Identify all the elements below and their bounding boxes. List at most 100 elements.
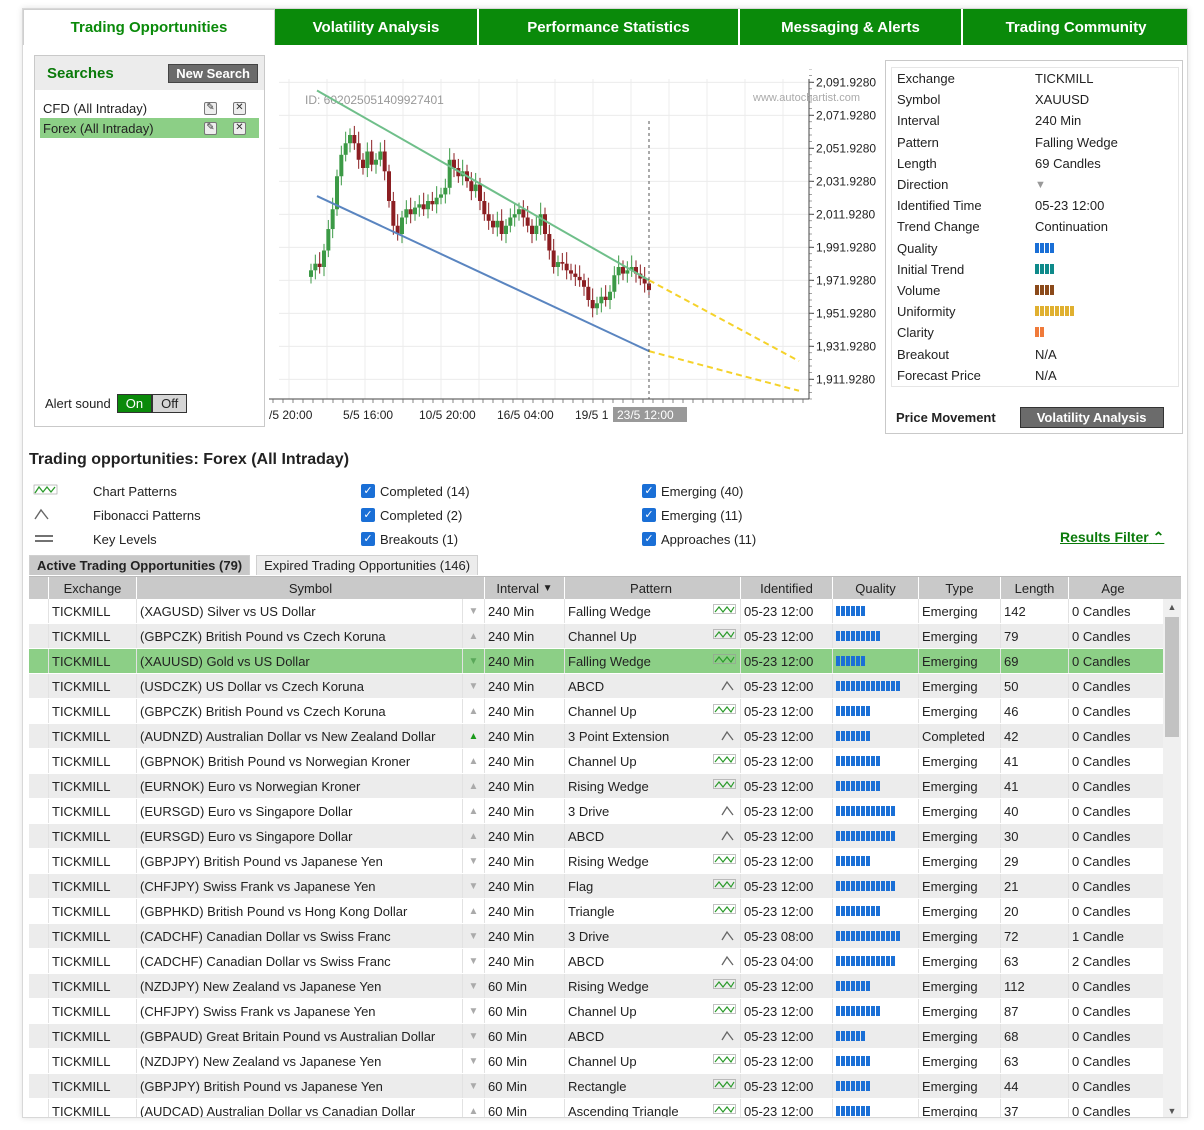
delete-icon[interactable]: ✕ <box>233 101 246 115</box>
table-row[interactable]: TICKMILL (GBPCZK) British Pound vs Czech … <box>29 699 1181 724</box>
edit-icon[interactable]: ✎ <box>204 121 217 135</box>
filter-completed-fib[interactable]: ✓ Completed (2) <box>361 503 470 527</box>
table-row[interactable]: TICKMILL (CHFJPY) Swiss Frank vs Japanese… <box>29 874 1181 899</box>
detail-value <box>1035 304 1178 319</box>
tab-active-opportunities[interactable]: Active Trading Opportunities (79) <box>29 555 251 575</box>
candle-body <box>517 209 521 215</box>
table-row[interactable]: TICKMILL (GBPNOK) British Pound vs Norweg… <box>29 749 1181 774</box>
table-row[interactable]: TICKMILL (CHFJPY) Swiss Frank vs Japanese… <box>29 999 1181 1024</box>
scroll-thumb[interactable] <box>1165 617 1179 737</box>
table-row[interactable]: TICKMILL (EURSGD) Euro vs Singapore Dolla… <box>29 799 1181 824</box>
scroll-up-icon[interactable]: ▲ <box>1163 599 1181 615</box>
cell-interval: 240 Min <box>485 749 565 773</box>
tab-volatility-analysis[interactable]: Volatility Analysis <box>275 9 479 45</box>
cell-pattern: Rectangle <box>565 1074 741 1098</box>
pattern-types: Chart Patterns Fibonacci Patterns Key Le… <box>33 479 201 551</box>
filter-breakouts[interactable]: ✓ Breakouts (1) <box>361 527 470 551</box>
search-item-cfd[interactable]: CFD (All Intraday) ✎ ✕ <box>40 98 259 118</box>
candle-body <box>343 143 348 155</box>
cell-interval: 240 Min <box>485 899 565 923</box>
cell-type: Emerging <box>919 674 1001 698</box>
cell-exchange: TICKMILL <box>49 674 137 698</box>
scroll-down-icon[interactable]: ▼ <box>1163 1103 1181 1117</box>
candle-body <box>339 154 344 177</box>
delete-icon[interactable]: ✕ <box>233 121 246 135</box>
table-row[interactable]: TICKMILL (CADCHF) Canadian Dollar vs Swis… <box>29 949 1181 974</box>
table-row[interactable]: TICKMILL (CADCHF) Canadian Dollar vs Swis… <box>29 924 1181 949</box>
filter-approaches[interactable]: ✓ Approaches (11) <box>642 527 756 551</box>
pattern-label: Channel Up <box>568 753 637 769</box>
alert-on-toggle[interactable]: On <box>116 394 153 413</box>
header-age[interactable]: Age <box>1069 577 1157 599</box>
checkbox-icon[interactable]: ✓ <box>361 484 375 498</box>
table-row[interactable]: TICKMILL (AUDNZD) Australian Dollar vs Ne… <box>29 724 1181 749</box>
alert-off-toggle[interactable]: Off <box>152 394 188 413</box>
table-row[interactable]: TICKMILL (NZDJPY) New Zealand vs Japanese… <box>29 1049 1181 1074</box>
cell-quality <box>833 899 919 923</box>
cell-length: 44 <box>1001 1074 1069 1098</box>
table-row[interactable]: TICKMILL (GBPJPY) British Pound vs Japane… <box>29 849 1181 874</box>
header-symbol[interactable]: Symbol <box>137 577 485 599</box>
clarity-indicator <box>1035 327 1044 338</box>
cell-quality <box>833 849 919 873</box>
checkbox-icon[interactable]: ✓ <box>361 508 375 522</box>
header-quality[interactable]: Quality <box>833 577 919 599</box>
tab-performance-statistics[interactable]: Performance Statistics <box>479 9 740 45</box>
detail-key: Breakout <box>897 346 950 362</box>
checkbox-icon[interactable]: ✓ <box>642 508 656 522</box>
new-search-button[interactable]: New Search <box>168 63 258 83</box>
candle-body <box>426 201 430 210</box>
checkbox-icon[interactable]: ✓ <box>642 532 656 546</box>
cell-age: 0 Candles <box>1072 728 1131 744</box>
filter-completed-chart[interactable]: ✓ Completed (14) <box>361 479 470 503</box>
row-blank <box>29 699 49 723</box>
checkbox-icon[interactable]: ✓ <box>361 532 375 546</box>
cell-identified: 05-23 12:00 <box>741 799 833 823</box>
cell-length: 46 <box>1001 699 1069 723</box>
header-length[interactable]: Length <box>1001 577 1069 599</box>
cell-symbol: (NZDJPY) New Zealand vs Japanese Yen <box>137 974 463 998</box>
header-pattern[interactable]: Pattern <box>565 577 741 599</box>
price-chart[interactable]: 2,091.9280 2,071.9280 2,051.9280 2,031.9280… <box>269 69 889 429</box>
candle-body <box>404 209 409 218</box>
checkbox-icon[interactable]: ✓ <box>642 484 656 498</box>
table-row[interactable]: TICKMILL (XAGUSD) Silver vs US Dollar ▼ 240… <box>29 599 1181 624</box>
header-interval[interactable]: Interval ▼ <box>485 577 565 599</box>
search-list: CFD (All Intraday) ✎ ✕ Forex (All Intrad… <box>35 90 264 138</box>
volatility-analysis-button[interactable]: Volatility Analysis <box>1019 407 1164 428</box>
candle-body <box>469 181 474 192</box>
tab-messaging-alerts[interactable]: Messaging & Alerts <box>740 9 963 45</box>
table-row[interactable]: TICKMILL (EURNOK) Euro vs Norwegian Krone… <box>29 774 1181 799</box>
fibonacci-icon <box>719 1029 737 1044</box>
tab-expired-opportunities[interactable]: Expired Trading Opportunities (146) <box>256 555 479 575</box>
table-row[interactable]: TICKMILL (XAUUSD) Gold vs US Dollar ▼ 240 M… <box>29 649 1181 674</box>
results-filter-label: Results Filter <box>1060 529 1149 545</box>
table-row[interactable]: TICKMILL (NZDJPY) New Zealand vs Japanese… <box>29 974 1181 999</box>
filter-emerging-chart[interactable]: ✓ Emerging (40) <box>642 479 756 503</box>
tab-trading-community[interactable]: Trading Community <box>963 9 1187 45</box>
results-filter-link[interactable]: Results Filter ⌃ <box>1060 529 1164 546</box>
cell-identified: 05-23 12:00 <box>741 774 833 798</box>
table-row[interactable]: TICKMILL (AUDCAD) Australian Dollar vs Ca… <box>29 1099 1181 1117</box>
chart-canvas: 2,091.9280 2,071.9280 2,051.9280 2,031.9280… <box>269 69 889 429</box>
table-scrollbar[interactable]: ▲ ▼ <box>1163 599 1181 1117</box>
table-row[interactable]: TICKMILL (GBPHKD) British Pound vs Hong K… <box>29 899 1181 924</box>
header-exchange[interactable]: Exchange <box>49 577 137 599</box>
search-item-forex[interactable]: Forex (All Intraday) ✎ ✕ <box>40 118 259 138</box>
candle-body <box>330 209 335 230</box>
filter-emerging-fib[interactable]: ✓ Emerging (11) <box>642 503 756 527</box>
table-row[interactable]: TICKMILL (GBPCZK) British Pound vs Czech … <box>29 624 1181 649</box>
candle-body <box>625 270 630 274</box>
chart-pattern-icon <box>713 879 737 893</box>
edit-icon[interactable]: ✎ <box>204 101 217 115</box>
table-row[interactable]: TICKMILL (EURSGD) Euro vs Singapore Dolla… <box>29 824 1181 849</box>
table-row[interactable]: TICKMILL (USDCZK) US Dollar vs Czech Koru… <box>29 674 1181 699</box>
header-type[interactable]: Type <box>919 577 1001 599</box>
tab-trading-opportunities[interactable]: Trading Opportunities <box>23 9 275 45</box>
table-row[interactable]: TICKMILL (GBPJPY) British Pound vs Japane… <box>29 1074 1181 1099</box>
cell-exchange: TICKMILL <box>49 849 137 873</box>
header-identified[interactable]: Identified <box>741 577 833 599</box>
pattern-type-fibonacci: Fibonacci Patterns <box>33 503 201 527</box>
table-row[interactable]: TICKMILL (GBPAUD) Great Britain Pound vs … <box>29 1024 1181 1049</box>
detail-row-breakout: Breakout N/A <box>892 343 1178 364</box>
